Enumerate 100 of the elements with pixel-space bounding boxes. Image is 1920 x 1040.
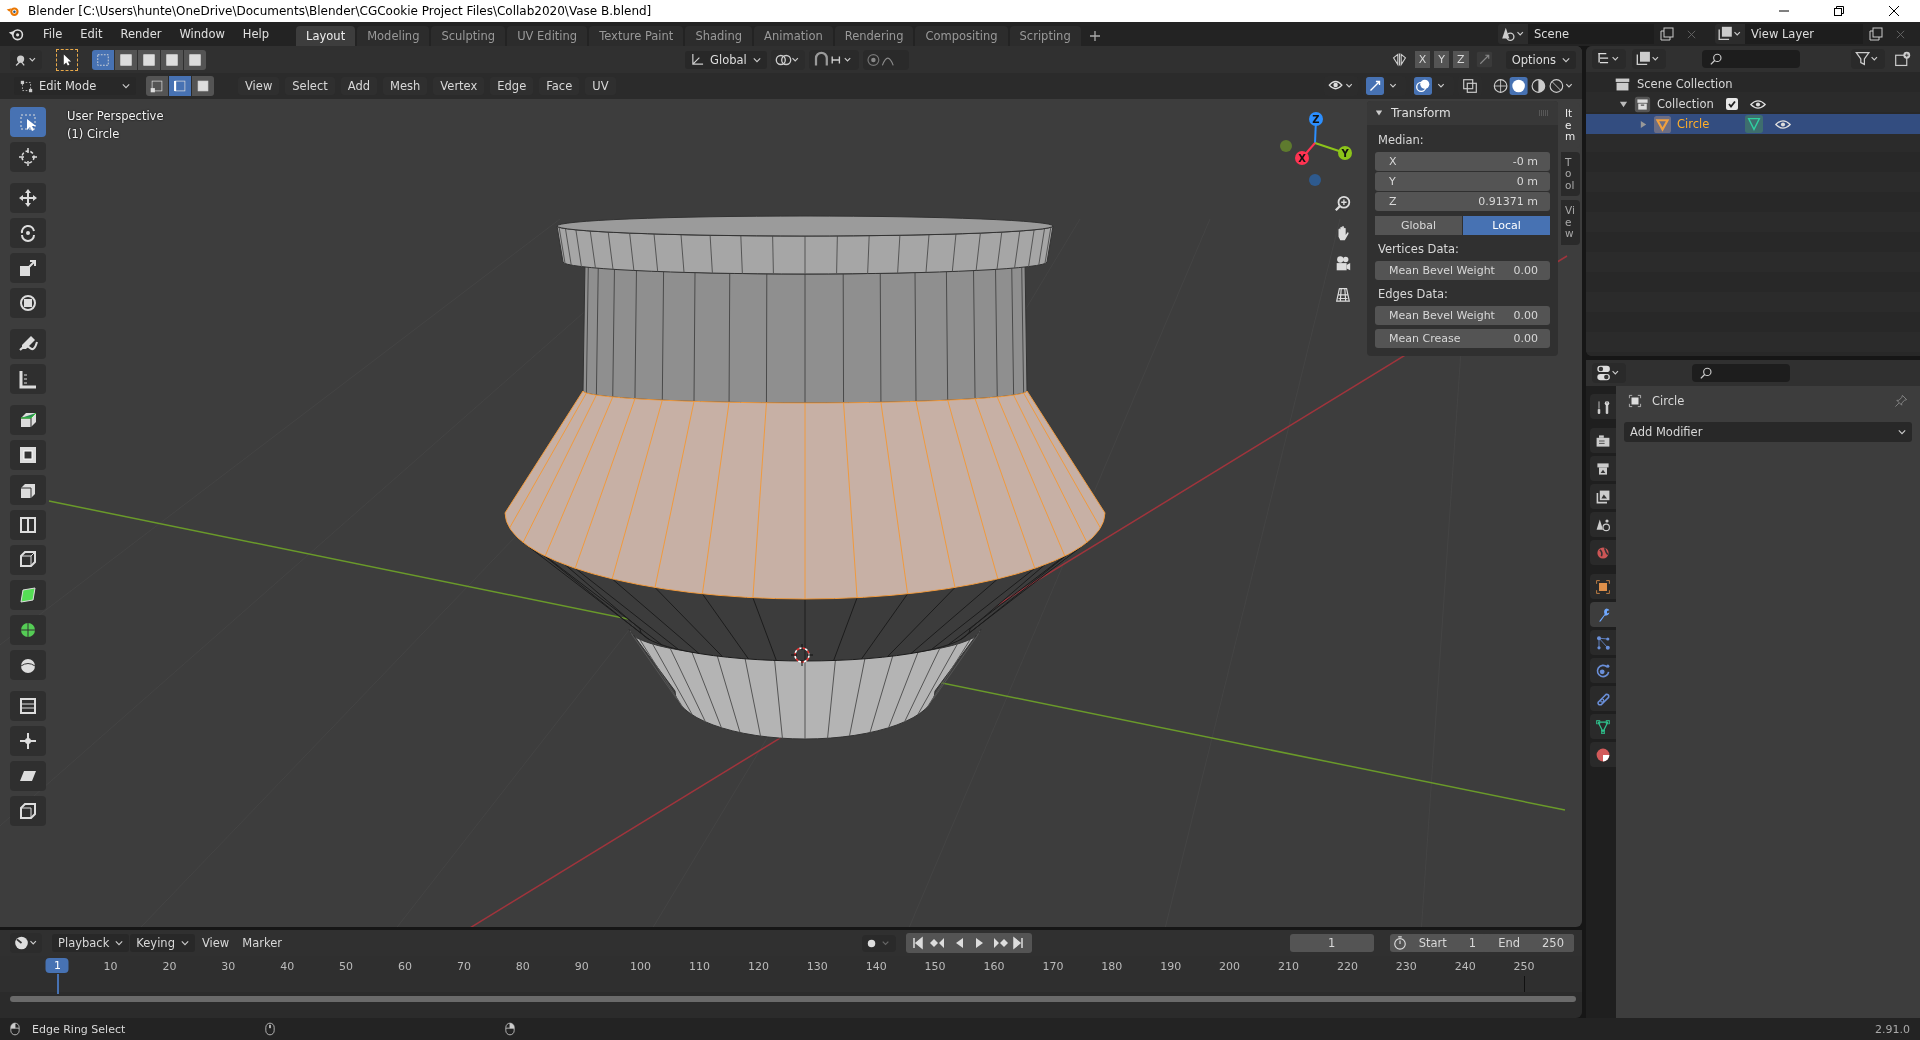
selection-mode-button[interactable] bbox=[115, 49, 137, 70]
outliner-row[interactable]: Scene Collection bbox=[1586, 74, 1920, 94]
header-menu[interactable]: Mesh bbox=[383, 77, 428, 95]
tool-button[interactable] bbox=[10, 510, 46, 540]
tool-button[interactable] bbox=[10, 475, 46, 505]
tool-button[interactable] bbox=[10, 580, 46, 610]
properties-tab[interactable] bbox=[1590, 394, 1616, 419]
number-field[interactable]: Mean Crease 0.00 bbox=[1375, 329, 1550, 348]
tool-button[interactable] bbox=[10, 615, 46, 645]
menu-item[interactable]: Render bbox=[111, 27, 171, 41]
tool-button[interactable] bbox=[10, 726, 46, 756]
new-collection-icon[interactable] bbox=[1894, 50, 1911, 68]
tool-button[interactable] bbox=[10, 691, 46, 721]
snap-button[interactable] bbox=[808, 49, 859, 70]
number-field[interactable]: Mean Bevel Weight 0.00 bbox=[1375, 261, 1550, 280]
header-menu[interactable]: Face bbox=[539, 77, 580, 95]
space-toggle-button[interactable]: Local bbox=[1463, 216, 1550, 235]
scene-selector-icon[interactable] bbox=[1498, 24, 1528, 44]
selection-mode-button[interactable] bbox=[184, 49, 206, 70]
workspace-tab[interactable]: Shading bbox=[685, 26, 753, 46]
timeline-menu[interactable]: Playback bbox=[52, 934, 130, 952]
auto-merge-icon[interactable] bbox=[1475, 51, 1493, 68]
mirror-axis-toggle[interactable]: X bbox=[1414, 51, 1431, 68]
display-mode-button[interactable] bbox=[1592, 49, 1626, 69]
mirror-axis-toggle[interactable]: Z bbox=[1453, 51, 1469, 68]
select-mode-button[interactable] bbox=[169, 76, 191, 96]
copy-icon[interactable] bbox=[1660, 27, 1674, 41]
tool-button[interactable] bbox=[10, 545, 46, 575]
tool-button[interactable] bbox=[10, 288, 46, 318]
proportional-editing-button[interactable] bbox=[862, 49, 909, 70]
pivot-point-button[interactable] bbox=[770, 49, 805, 70]
tool-button[interactable] bbox=[10, 796, 46, 826]
tool-button[interactable] bbox=[10, 183, 46, 213]
search-field[interactable] bbox=[1702, 50, 1800, 68]
workspace-tab[interactable]: Rendering bbox=[834, 26, 914, 46]
properties-tab[interactable] bbox=[1590, 512, 1616, 537]
image-stack-icon[interactable] bbox=[1715, 24, 1745, 44]
mesh-data-icon[interactable] bbox=[1745, 115, 1764, 133]
editor-type-button[interactable] bbox=[1592, 363, 1626, 383]
mirror-axis-toggle[interactable]: Y bbox=[1434, 51, 1450, 68]
pin-icon[interactable] bbox=[1894, 394, 1908, 408]
sidebar-tab[interactable]: View bbox=[1561, 200, 1580, 245]
tool-button[interactable] bbox=[10, 329, 46, 359]
mirror-butterfly-icon[interactable] bbox=[1390, 51, 1408, 68]
tool-button[interactable] bbox=[10, 650, 46, 680]
sidebar-tab[interactable]: Tool bbox=[1561, 151, 1580, 197]
timeline-menu[interactable]: Keying bbox=[130, 934, 195, 952]
tool-button[interactable] bbox=[10, 364, 46, 394]
search-field[interactable] bbox=[1692, 364, 1790, 382]
restore-icon[interactable] bbox=[1833, 5, 1845, 17]
camera-icon[interactable] bbox=[1334, 255, 1352, 273]
properties-tab[interactable] bbox=[1590, 456, 1616, 481]
playback-controls[interactable] bbox=[905, 933, 1032, 953]
tool-button[interactable] bbox=[10, 142, 46, 172]
tool-button[interactable] bbox=[10, 107, 46, 137]
menu-item[interactable]: Edit bbox=[71, 27, 112, 41]
tool-button[interactable] bbox=[10, 218, 46, 248]
properties-tab[interactable] bbox=[1590, 714, 1616, 739]
editor-type-button[interactable] bbox=[10, 49, 42, 70]
selection-mode-button[interactable] bbox=[138, 49, 160, 70]
tool-button[interactable] bbox=[10, 761, 46, 791]
options-dropdown[interactable]: Options bbox=[1505, 50, 1576, 69]
properties-tab[interactable] bbox=[1590, 742, 1616, 767]
properties-tab[interactable] bbox=[1590, 428, 1616, 453]
header-menu[interactable]: Select bbox=[285, 77, 335, 95]
navigation-gizmo[interactable]: Z X Y bbox=[1280, 112, 1352, 186]
number-field[interactable]: Z 0.91371 m bbox=[1375, 192, 1550, 211]
exclude-checkbox[interactable] bbox=[1725, 98, 1738, 110]
outliner-row[interactable]: Collection bbox=[1586, 94, 1920, 114]
header-menu[interactable]: Vertex bbox=[433, 77, 485, 95]
header-menu[interactable]: View bbox=[238, 77, 280, 95]
current-frame-field[interactable]: 1 bbox=[1289, 934, 1374, 952]
add-modifier-dropdown[interactable]: Add Modifier bbox=[1624, 422, 1912, 442]
header-menu[interactable]: Add bbox=[340, 77, 378, 95]
number-field[interactable]: Y 0 m bbox=[1375, 172, 1550, 191]
workspace-tab[interactable]: Sculpting bbox=[431, 26, 506, 46]
transform-orientation-dropdown[interactable]: Global bbox=[685, 50, 767, 69]
plus-icon[interactable] bbox=[1088, 30, 1101, 42]
select-tool-button[interactable] bbox=[56, 48, 78, 71]
view-layer-field[interactable]: View Layer bbox=[1745, 24, 1863, 44]
header-menu[interactable]: UV bbox=[585, 77, 616, 95]
tool-button[interactable] bbox=[10, 440, 46, 470]
workspace-tab[interactable]: Modeling bbox=[357, 26, 430, 46]
workspace-tab[interactable]: Layout bbox=[296, 26, 356, 46]
menu-item[interactable]: File bbox=[34, 27, 72, 41]
filter-view-button[interactable] bbox=[1632, 49, 1666, 69]
collapsed-triangle-icon[interactable] bbox=[1639, 119, 1648, 129]
scene-field[interactable]: Scene bbox=[1528, 24, 1654, 44]
panel-header[interactable]: Transform bbox=[1367, 101, 1558, 125]
copy-icon[interactable] bbox=[1869, 27, 1883, 41]
workspace-tab[interactable]: Animation bbox=[754, 26, 833, 46]
menu-item[interactable]: Window bbox=[170, 27, 234, 41]
grid-icon[interactable] bbox=[1334, 285, 1352, 303]
workspace-tab[interactable]: Scripting bbox=[1009, 26, 1081, 46]
tool-button[interactable] bbox=[10, 405, 46, 435]
expanded-triangle-icon[interactable] bbox=[1619, 99, 1628, 109]
selection-mode-button[interactable] bbox=[161, 49, 183, 70]
workspace-tab[interactable]: Texture Paint bbox=[589, 26, 684, 46]
playhead[interactable]: 1 bbox=[46, 958, 69, 973]
stopwatch-icon[interactable] bbox=[1392, 936, 1407, 950]
